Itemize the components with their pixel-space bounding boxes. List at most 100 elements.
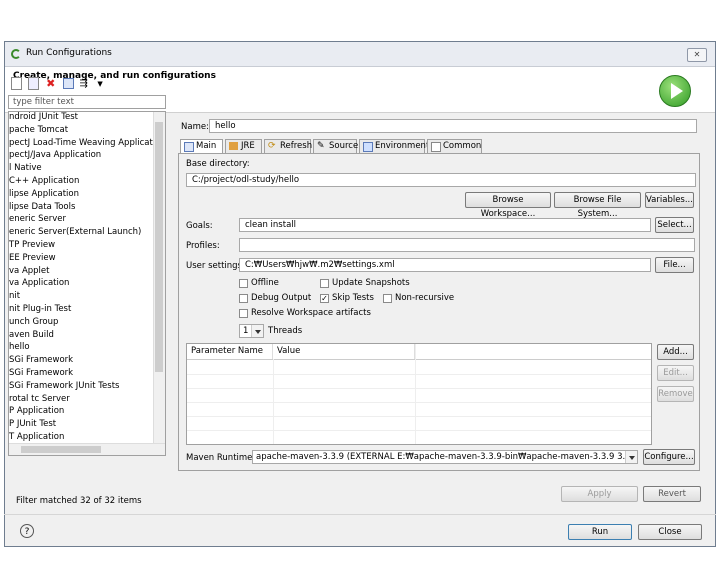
launch-config-panel: ✖ ⇶ ▼ type filter text ndroid JUnit Test…	[8, 77, 169, 469]
tab-source[interactable]: ✎ Source	[313, 139, 359, 153]
tree-item[interactable]: eneric Server(External Launch)	[9, 226, 155, 239]
name-input[interactable]: hello	[209, 119, 697, 133]
edit-button[interactable]: Edit...	[657, 365, 694, 381]
tree-item[interactable]: l Native	[9, 162, 155, 175]
maven-runtime-value: apache-maven-3.3.9 (EXTERNAL E:₩apache-m…	[256, 452, 638, 462]
user-settings-label: User settings:	[186, 261, 245, 271]
goals-input[interactable]: clean install	[239, 218, 651, 232]
tree-item[interactable]: P JUnit Test	[9, 418, 155, 431]
tree-item[interactable]: TP Preview	[9, 239, 155, 252]
tree-item[interactable]: pectJ/Java Application	[9, 149, 155, 162]
tree-item[interactable]: nit Plug-in Test	[9, 303, 155, 316]
tree-item[interactable]: va Application	[9, 277, 155, 290]
profiles-label: Profiles:	[186, 241, 220, 251]
config-tabs: Main JRE ⟳ Refresh ✎ Source Environment Co…	[180, 139, 700, 153]
tab-refresh[interactable]: ⟳ Refresh	[264, 139, 313, 153]
filter-status: Filter matched 32 of 32 items	[16, 496, 142, 506]
browse-file-system-button[interactable]: Browse File System...	[554, 192, 641, 219]
tab-label: Common	[443, 141, 482, 151]
update-snapshots-label: Update Snapshots	[332, 278, 410, 288]
collapse-all-icon[interactable]	[62, 78, 74, 89]
tree-item[interactable]: aven Build	[9, 329, 155, 342]
eclipse-icon	[11, 49, 21, 59]
configure-button[interactable]: Configure...	[643, 449, 695, 465]
close-button[interactable]: Close	[638, 524, 702, 540]
tree-item[interactable]: T Application	[9, 431, 155, 444]
tree-item[interactable]: SGi Framework JUnit Tests	[9, 380, 155, 393]
tree-item[interactable]: lipse Application	[9, 188, 155, 201]
threads-select[interactable]: 1	[239, 324, 264, 338]
run-button[interactable]: Run	[568, 524, 632, 540]
tree-vertical-scrollbar[interactable]	[153, 112, 165, 445]
add-button[interactable]: Add...	[657, 344, 694, 360]
chevron-down-icon	[251, 325, 263, 337]
tree-item[interactable]: eneric Server	[9, 213, 155, 226]
remove-button[interactable]: Remove	[657, 386, 694, 402]
profiles-input[interactable]	[239, 238, 695, 252]
skip-tests-checkbox[interactable]: ✓	[320, 294, 329, 303]
footer-divider	[4, 514, 716, 515]
help-icon[interactable]: ?	[20, 524, 34, 538]
tree-item[interactable]: unch Group	[9, 316, 155, 329]
resolve-workspace-label: Resolve Workspace artifacts	[251, 308, 371, 318]
offline-checkbox[interactable]	[239, 279, 248, 288]
tab-environment[interactable]: Environment	[359, 139, 429, 153]
tree-item[interactable]: SGi Framework	[9, 354, 155, 367]
tree-horizontal-scrollbar[interactable]	[9, 443, 165, 455]
refresh-icon: ⟳	[268, 141, 276, 151]
tree-item[interactable]: lipse Data Tools	[9, 201, 155, 214]
tree-item[interactable]: va Applet	[9, 265, 155, 278]
tree-item[interactable]: ndroid JUnit Test	[9, 112, 155, 124]
debug-output-label: Debug Output	[251, 293, 312, 303]
tree-item[interactable]: pectJ Load-Time Weaving Application	[9, 137, 165, 150]
background-area	[0, 0, 720, 40]
update-snapshots-checkbox[interactable]	[320, 279, 329, 288]
tree-item[interactable]: P Application	[9, 405, 155, 418]
tab-label: Source	[329, 141, 359, 151]
debug-output-checkbox[interactable]	[239, 294, 248, 303]
common-icon	[431, 142, 441, 152]
tree-item[interactable]: rotal tc Server	[9, 393, 155, 406]
variables-button[interactable]: Variables...	[645, 192, 694, 208]
window-title: Run Configurations	[26, 48, 112, 58]
tree-item[interactable]: hello	[9, 341, 155, 354]
base-dir-label: Base directory:	[186, 159, 250, 169]
tree-item[interactable]: EE Preview	[9, 252, 155, 265]
tree-item[interactable]: nit	[9, 290, 155, 303]
base-dir-input[interactable]: C:/project/odl-study/hello	[186, 173, 696, 187]
tab-jre[interactable]: JRE	[225, 139, 262, 153]
filter-input[interactable]: type filter text	[8, 95, 166, 109]
close-icon[interactable]: ✕	[687, 48, 707, 62]
scroll-thumb[interactable]	[155, 122, 163, 372]
tab-common[interactable]: Common	[427, 139, 482, 153]
scroll-thumb[interactable]	[21, 446, 101, 453]
browse-workspace-button[interactable]: Browse Workspace...	[465, 192, 551, 219]
chevron-down-icon	[625, 451, 637, 463]
tab-main[interactable]: Main	[180, 139, 223, 153]
non-recursive-label: Non-recursive	[395, 293, 455, 303]
tree-item[interactable]: pache Tomcat	[9, 124, 155, 137]
tab-label: Refresh	[280, 141, 313, 151]
tree-item[interactable]: C++ Application	[9, 175, 155, 188]
duplicate-icon[interactable]	[27, 77, 39, 90]
threads-label: Threads	[268, 326, 303, 336]
non-recursive-checkbox[interactable]	[383, 294, 392, 303]
revert-button[interactable]: Revert	[643, 486, 701, 502]
user-settings-input[interactable]: C:₩Users₩hjw₩.m2₩settings.xml	[239, 258, 651, 272]
resolve-workspace-checkbox[interactable]	[239, 309, 248, 318]
jre-icon	[229, 142, 238, 150]
delete-icon[interactable]: ✖	[45, 77, 57, 90]
column-header: Value	[273, 344, 415, 359]
chevron-down-icon[interactable]: ▼	[97, 78, 103, 90]
maven-runtime-select[interactable]: apache-maven-3.3.9 (EXTERNAL E:₩apache-m…	[252, 450, 638, 464]
select-button[interactable]: Select...	[655, 217, 694, 233]
tree-item[interactable]: SGi Framework	[9, 367, 155, 380]
file-button[interactable]: File...	[655, 257, 694, 273]
new-config-icon[interactable]	[11, 77, 22, 90]
skip-tests-label: Skip Tests	[332, 293, 374, 303]
name-label: Name:	[181, 122, 209, 132]
parameters-table: Parameter Name Value	[186, 343, 652, 445]
filter-icon[interactable]: ⇶	[80, 78, 92, 90]
apply-button[interactable]: Apply	[561, 486, 638, 502]
environment-icon	[363, 142, 373, 152]
